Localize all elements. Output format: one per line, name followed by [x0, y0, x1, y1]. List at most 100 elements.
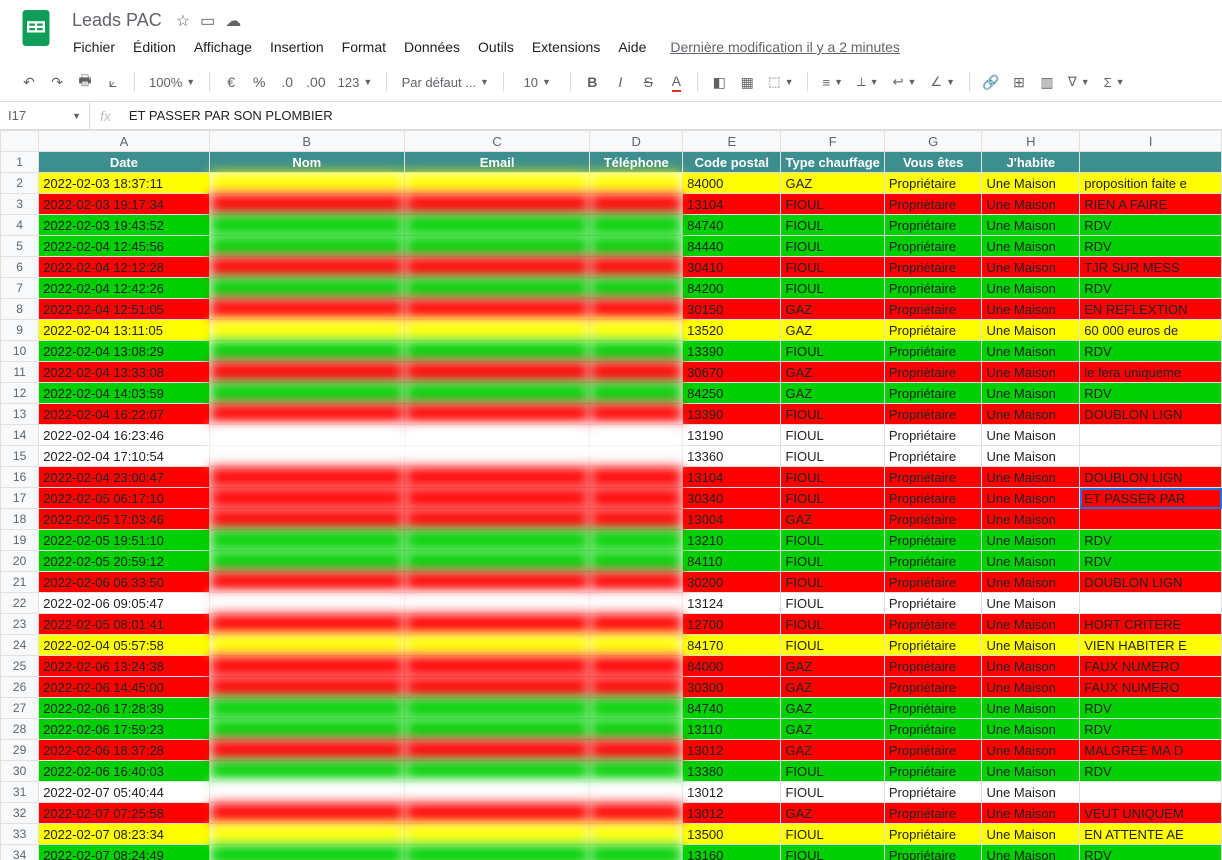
cell-redacted[interactable]: ████████: [404, 362, 589, 383]
cell[interactable]: 2022-02-04 12:42:26: [39, 278, 209, 299]
cell-redacted[interactable]: ████████: [209, 614, 404, 635]
cell[interactable]: Une Maison: [982, 236, 1080, 257]
cell-redacted[interactable]: ████████: [209, 257, 404, 278]
cell[interactable]: Une Maison: [982, 656, 1080, 677]
cell[interactable]: 13390: [683, 341, 781, 362]
cell[interactable]: 2022-02-06 17:28:39: [39, 698, 209, 719]
cell[interactable]: Une Maison: [982, 257, 1080, 278]
cell-redacted[interactable]: ████████: [404, 572, 589, 593]
cell[interactable]: Une Maison: [982, 320, 1080, 341]
cell-redacted[interactable]: ████: [590, 761, 683, 782]
cell-redacted[interactable]: ████████: [404, 194, 589, 215]
menu-view[interactable]: Affichage: [187, 35, 259, 59]
menu-file[interactable]: Fichier: [66, 35, 122, 59]
italic-button[interactable]: I: [607, 69, 633, 95]
cell[interactable]: 13124: [683, 593, 781, 614]
cell[interactable]: 13104: [683, 194, 781, 215]
cell[interactable]: Propriétaire: [884, 677, 982, 698]
cell[interactable]: 84000: [683, 173, 781, 194]
menu-insert[interactable]: Insertion: [263, 35, 331, 59]
cell[interactable]: FIOUL: [781, 236, 884, 257]
cell[interactable]: Propriétaire: [884, 719, 982, 740]
cell[interactable]: Une Maison: [982, 362, 1080, 383]
cell-redacted[interactable]: ████: [590, 383, 683, 404]
cell[interactable]: 84740: [683, 698, 781, 719]
cell[interactable]: FIOUL: [781, 845, 884, 860]
cell[interactable]: FIOUL: [781, 257, 884, 278]
cell[interactable]: Propriétaire: [884, 782, 982, 803]
cell-redacted[interactable]: ████████: [209, 824, 404, 845]
cell[interactable]: FAUX NUMERO: [1080, 677, 1222, 698]
cell-redacted[interactable]: ████: [590, 719, 683, 740]
cell[interactable]: Une Maison: [982, 278, 1080, 299]
row-header[interactable]: 17: [1, 488, 39, 509]
cell-redacted[interactable]: ████████: [404, 299, 589, 320]
row-header[interactable]: 12: [1, 383, 39, 404]
cell[interactable]: 30670: [683, 362, 781, 383]
row-header[interactable]: 13: [1, 404, 39, 425]
cell-redacted[interactable]: ████████: [404, 509, 589, 530]
cell[interactable]: Propriétaire: [884, 551, 982, 572]
cell-redacted[interactable]: ████████: [404, 698, 589, 719]
formula-input[interactable]: ET PASSER PAR SON PLOMBIER: [121, 102, 1222, 129]
cell[interactable]: FIOUL: [781, 530, 884, 551]
row-header[interactable]: 14: [1, 425, 39, 446]
cell[interactable]: RDV: [1080, 719, 1222, 740]
cell-redacted[interactable]: ████: [590, 845, 683, 860]
cell-redacted[interactable]: ████████: [404, 824, 589, 845]
cell[interactable]: 2022-02-04 16:23:46: [39, 425, 209, 446]
cell[interactable]: Propriétaire: [884, 467, 982, 488]
cell-redacted[interactable]: ████████: [209, 194, 404, 215]
cell[interactable]: VEUT UNIQUEM: [1080, 803, 1222, 824]
cell-redacted[interactable]: ████████: [209, 425, 404, 446]
cell[interactable]: FIOUL: [781, 215, 884, 236]
cell-redacted[interactable]: ████: [590, 572, 683, 593]
row-header[interactable]: 8: [1, 299, 39, 320]
cell-redacted[interactable]: ████: [590, 551, 683, 572]
cell[interactable]: 2022-02-05 06:17:10: [39, 488, 209, 509]
cell[interactable]: GAZ: [781, 740, 884, 761]
row-header[interactable]: 25: [1, 656, 39, 677]
cell[interactable]: [1080, 425, 1222, 446]
cell[interactable]: Téléphone: [590, 152, 683, 173]
cell[interactable]: GAZ: [781, 677, 884, 698]
cell-redacted[interactable]: ████████: [404, 614, 589, 635]
cell[interactable]: Une Maison: [982, 782, 1080, 803]
cell[interactable]: FIOUL: [781, 194, 884, 215]
v-align-button[interactable]: ⟂▼: [851, 69, 885, 95]
paint-format-button[interactable]: ⟀: [100, 69, 126, 95]
cell[interactable]: GAZ: [781, 173, 884, 194]
cell[interactable]: 2022-02-04 14:03:59: [39, 383, 209, 404]
cell[interactable]: 13190: [683, 425, 781, 446]
cell[interactable]: 84250: [683, 383, 781, 404]
cell[interactable]: 2022-02-04 16:22:07: [39, 404, 209, 425]
row-header[interactable]: 33: [1, 824, 39, 845]
cell[interactable]: 13110: [683, 719, 781, 740]
cell[interactable]: Propriétaire: [884, 530, 982, 551]
cell-redacted[interactable]: ████████: [404, 782, 589, 803]
cell-redacted[interactable]: ████████: [209, 467, 404, 488]
row-header[interactable]: 28: [1, 719, 39, 740]
cell[interactable]: Une Maison: [982, 551, 1080, 572]
cell[interactable]: Propriétaire: [884, 236, 982, 257]
cell[interactable]: 13380: [683, 761, 781, 782]
cell[interactable]: FIOUL: [781, 635, 884, 656]
cell[interactable]: 13390: [683, 404, 781, 425]
row-header[interactable]: 32: [1, 803, 39, 824]
cell[interactable]: Propriétaire: [884, 803, 982, 824]
cell-redacted[interactable]: ████████: [404, 635, 589, 656]
cell[interactable]: Une Maison: [982, 740, 1080, 761]
cell[interactable]: Email: [404, 152, 589, 173]
cell[interactable]: Propriétaire: [884, 572, 982, 593]
cell[interactable]: Une Maison: [982, 383, 1080, 404]
cell[interactable]: FIOUL: [781, 572, 884, 593]
row-header[interactable]: 1: [1, 152, 39, 173]
cell-redacted[interactable]: ████████: [209, 299, 404, 320]
cell[interactable]: Une Maison: [982, 803, 1080, 824]
cell[interactable]: 13160: [683, 845, 781, 860]
cell[interactable]: GAZ: [781, 719, 884, 740]
cell-redacted[interactable]: ████: [590, 257, 683, 278]
cell[interactable]: Propriétaire: [884, 509, 982, 530]
cell[interactable]: GAZ: [781, 698, 884, 719]
cell[interactable]: FIOUL: [781, 404, 884, 425]
